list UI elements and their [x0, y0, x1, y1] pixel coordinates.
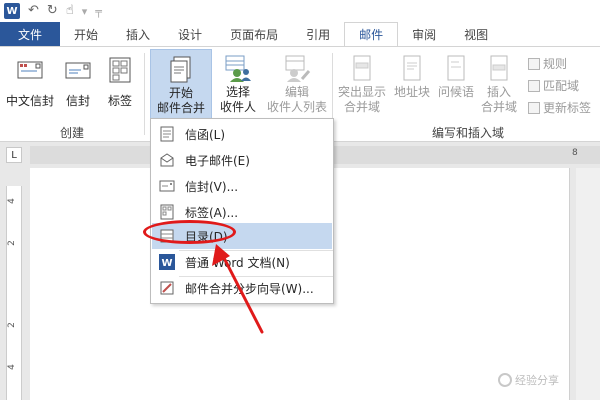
menu-item-label: 电子邮件(E) — [185, 153, 250, 168]
tab-mailings[interactable]: 邮件 — [344, 22, 399, 46]
email-icon — [158, 151, 176, 169]
insert-merge-field-icon — [484, 53, 514, 83]
update-labels-button[interactable]: 更新标签 — [528, 99, 591, 116]
insert-merge-field-label-2: 合并域 — [480, 100, 517, 114]
wizard-icon — [158, 279, 176, 297]
word-document-icon: W — [158, 253, 176, 271]
match-fields-label: 匹配域 — [543, 79, 580, 93]
redo-icon[interactable]: ↻ — [47, 3, 58, 19]
letter-icon — [158, 125, 176, 143]
menu-item-label: 普通 Word 文档(N) — [185, 255, 290, 270]
menu-item-mail-merge-wizard[interactable]: 邮件合并分步向导(W)... — [152, 275, 332, 301]
labels-icon — [158, 203, 176, 221]
start-mail-merge-icon — [166, 54, 196, 84]
group-separator — [144, 53, 145, 135]
watermark-logo-icon — [498, 373, 512, 387]
undo-icon[interactable]: ↶ — [28, 3, 39, 19]
ruler-number: 4 — [6, 364, 17, 370]
ribbon-tabs: 文件 开始 插入 设计 页面布局 引用 邮件 审阅 视图 — [0, 22, 600, 46]
tab-home[interactable]: 开始 — [60, 22, 112, 46]
tab-review[interactable]: 审阅 — [398, 22, 450, 46]
select-recipients-label-1: 选择 — [225, 85, 250, 99]
start-mail-merge-label-1: 开始 — [168, 86, 193, 100]
update-labels-icon — [528, 101, 540, 114]
tab-selector[interactable]: L — [6, 147, 22, 163]
customize-qat-icon[interactable]: ╤ — [95, 5, 102, 18]
edit-recipient-list-button[interactable]: 编辑 收件人列表 — [264, 53, 330, 115]
envelope-icon — [63, 55, 93, 85]
envelope-button[interactable]: 信封 — [60, 55, 96, 109]
menu-item-label: 邮件合并分步向导(W)... — [185, 281, 314, 296]
chevron-down-icon[interactable]: ▾ — [82, 5, 88, 18]
labels-icon — [105, 55, 135, 85]
highlight-merge-fields-label-2: 合并域 — [343, 100, 380, 114]
envelope-label: 信封 — [65, 94, 90, 108]
annotation-ellipse — [143, 220, 236, 244]
match-fields-button[interactable]: 匹配域 — [528, 77, 579, 94]
word-app-icon[interactable]: W — [4, 3, 20, 19]
ruler-number: 4 — [6, 198, 17, 204]
start-mail-merge-button[interactable]: 开始 邮件合并 — [150, 49, 212, 119]
chinese-envelope-icon — [15, 55, 45, 85]
group-label-write-insert: 编写和插入域 — [432, 126, 505, 140]
tab-page-layout[interactable]: 页面布局 — [216, 22, 292, 46]
labels-label: 标签 — [107, 94, 132, 108]
insert-merge-field-label-1: 插入 — [486, 85, 511, 99]
menu-item-envelopes[interactable]: 信封(V)... — [152, 173, 332, 199]
chinese-envelope-button[interactable]: 中文信封 — [4, 55, 56, 109]
tab-view[interactable]: 视图 — [450, 22, 502, 46]
title-bar: W ↶ ↻ ☝ ▾ ╤ — [0, 0, 600, 22]
edit-recipient-list-label-1: 编辑 — [284, 85, 309, 99]
vertical-ruler[interactable]: 4 2 2 4 — [6, 186, 22, 400]
insert-merge-field-button[interactable]: 插入 合并域 — [476, 53, 522, 115]
menu-item-label: 信函(L) — [185, 127, 226, 142]
touch-mode-icon[interactable]: ☝ — [66, 3, 74, 19]
labels-button[interactable]: 标签 — [102, 55, 138, 109]
svg-text:W: W — [161, 258, 172, 269]
watermark: 经验分享 — [498, 372, 559, 388]
address-block-button[interactable]: 地址块 — [390, 53, 434, 100]
select-recipients-label-2: 收件人 — [219, 100, 256, 114]
start-mail-merge-label-2: 邮件合并 — [156, 101, 205, 115]
menu-item-normal-word-document[interactable]: W 普通 Word 文档(N) — [152, 249, 332, 275]
envelope-icon — [158, 177, 176, 195]
group-label-create: 创建 — [60, 126, 85, 140]
start-mail-merge-menu: 信函(L) 电子邮件(E) 信封(V)... 标签(A)... 目录(D) W … — [150, 118, 334, 304]
tab-references[interactable]: 引用 — [292, 22, 344, 46]
greeting-line-button[interactable]: 问候语 — [434, 53, 478, 100]
menu-item-email[interactable]: 电子邮件(E) — [152, 147, 332, 173]
tab-insert[interactable]: 插入 — [112, 22, 164, 46]
highlight-fields-icon — [347, 53, 377, 83]
ruler-number: 2 — [6, 240, 17, 246]
rules-label: 规则 — [543, 57, 568, 71]
rules-icon — [528, 57, 540, 70]
greeting-line-icon — [441, 53, 471, 83]
ruler-number: 2 — [6, 322, 17, 328]
menu-item-label: 标签(A)... — [185, 205, 239, 220]
address-block-label: 地址块 — [393, 85, 430, 99]
tab-design[interactable]: 设计 — [164, 22, 216, 46]
menu-item-label: 信封(V)... — [185, 179, 239, 194]
ruler-number: 8 — [572, 148, 578, 158]
watermark-text: 经验分享 — [515, 374, 559, 387]
edit-recipient-list-label-2: 收件人列表 — [266, 100, 327, 114]
vertical-scrollbar[interactable] — [576, 168, 600, 400]
greeting-line-label: 问候语 — [437, 85, 474, 99]
update-labels-label: 更新标签 — [543, 101, 592, 115]
select-recipients-button[interactable]: 选择 收件人 — [214, 53, 262, 115]
select-recipients-icon — [223, 53, 253, 83]
edit-recipient-list-icon — [282, 53, 312, 83]
highlight-merge-fields-button[interactable]: 突出显示 合并域 — [336, 53, 388, 115]
menu-item-letters[interactable]: 信函(L) — [152, 121, 332, 147]
chinese-envelope-label: 中文信封 — [5, 94, 54, 108]
match-fields-icon — [528, 79, 540, 92]
rules-button[interactable]: 规则 — [528, 55, 567, 72]
tab-file[interactable]: 文件 — [0, 22, 61, 46]
address-block-icon — [397, 53, 427, 83]
highlight-merge-fields-label-1: 突出显示 — [337, 85, 386, 99]
